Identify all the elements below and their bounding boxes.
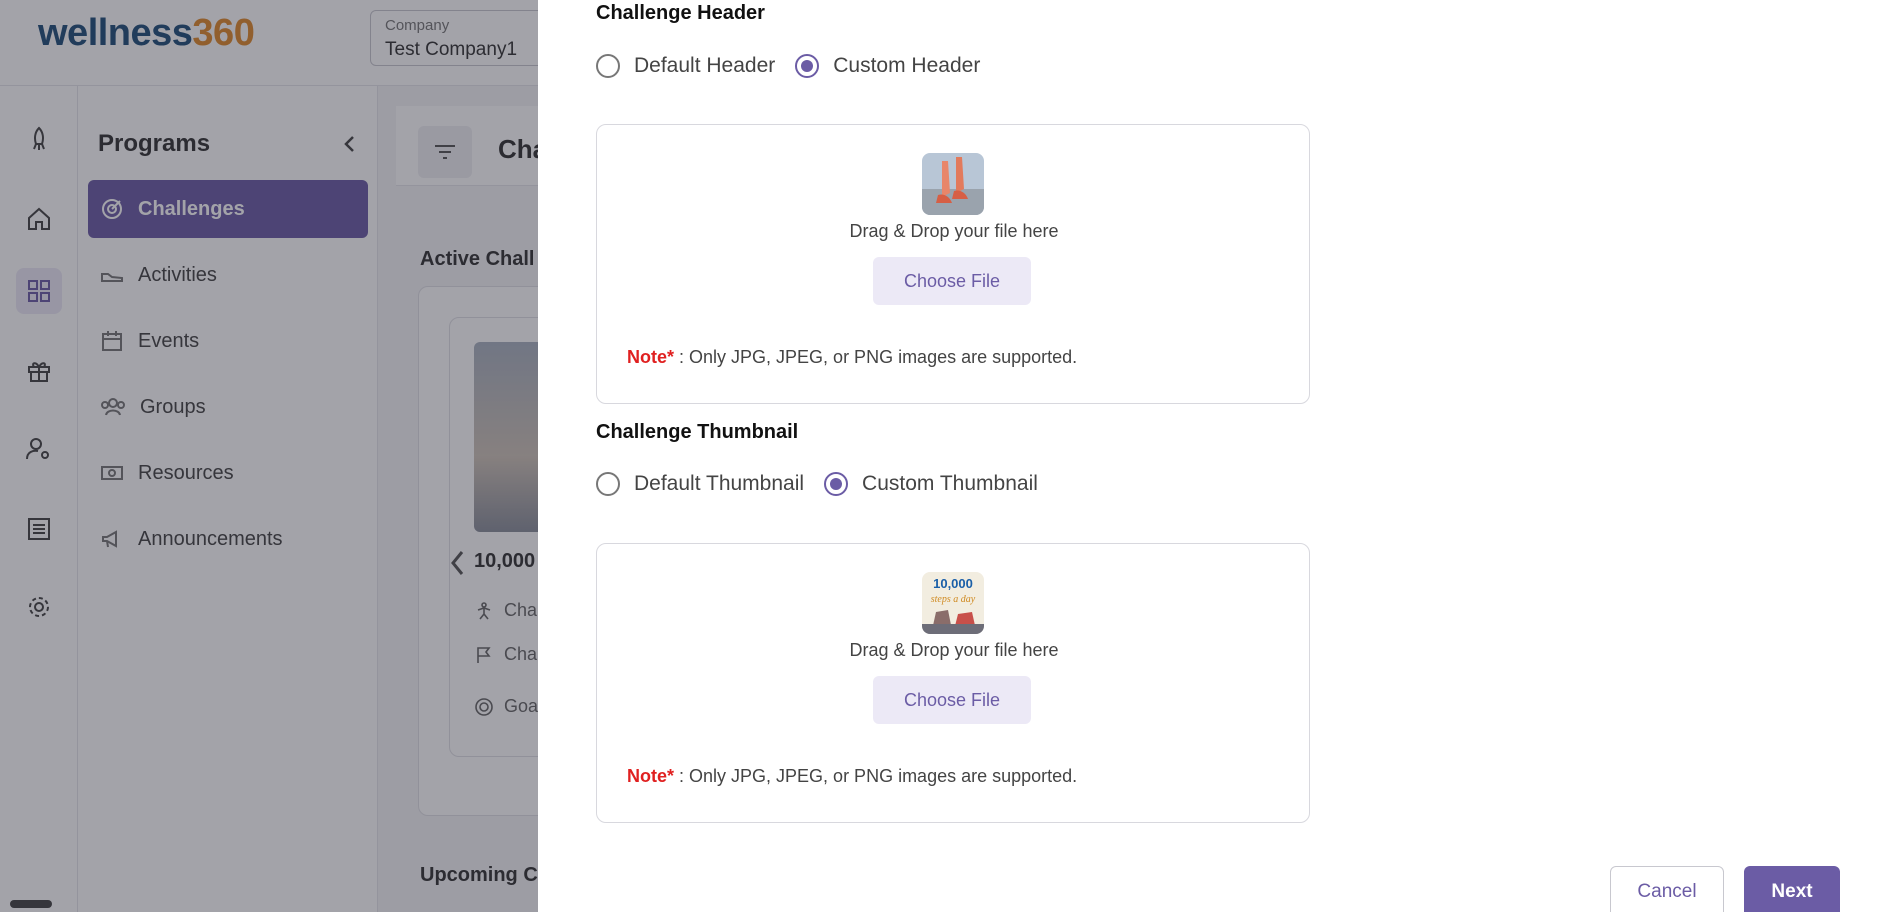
- header-dropzone[interactable]: Drag & Drop your file here Choose File N…: [596, 124, 1310, 404]
- modal-overlay[interactable]: [0, 0, 538, 912]
- challenge-drawer: Challenge Header Default Header Custom H…: [538, 0, 1877, 912]
- custom-thumbnail-radio[interactable]: Custom Thumbnail: [824, 472, 1038, 496]
- thumbnail-radio-group: Default Thumbnail Custom Thumbnail: [596, 472, 1058, 496]
- default-header-radio[interactable]: Default Header: [596, 54, 775, 78]
- challenge-thumbnail-label: Challenge Thumbnail: [596, 421, 799, 443]
- radio-circle-checked: [824, 472, 849, 496]
- header-image-preview: [922, 153, 984, 215]
- thumbnail-dropzone[interactable]: 10,000 steps a day Drag & Drop your file…: [596, 543, 1310, 823]
- custom-header-radio[interactable]: Custom Header: [795, 54, 980, 78]
- file-note: Note* : Only JPG, JPEG, or PNG images ar…: [627, 766, 1078, 786]
- radio-circle-checked: [795, 54, 820, 78]
- default-thumbnail-radio[interactable]: Default Thumbnail: [596, 472, 804, 496]
- dropzone-text: Drag & Drop your file here: [849, 221, 1059, 241]
- radio-circle: [596, 472, 620, 496]
- thumbnail-caption-text: steps a day: [931, 594, 976, 605]
- choose-file-button[interactable]: Choose File: [873, 676, 1031, 724]
- choose-file-button[interactable]: Choose File: [873, 257, 1031, 305]
- radio-circle: [596, 54, 620, 78]
- next-button[interactable]: Next: [1744, 866, 1840, 912]
- dropzone-text: Drag & Drop your file here: [849, 640, 1059, 660]
- file-note: Note* : Only JPG, JPEG, or PNG images ar…: [627, 347, 1078, 367]
- thumbnail-caption-number: 10,000: [933, 576, 973, 591]
- thumbnail-image-preview: 10,000 steps a day: [922, 572, 984, 634]
- header-radio-group: Default Header Custom Header: [596, 54, 1000, 78]
- cancel-button[interactable]: Cancel: [1610, 866, 1724, 912]
- challenge-header-label: Challenge Header: [596, 2, 765, 24]
